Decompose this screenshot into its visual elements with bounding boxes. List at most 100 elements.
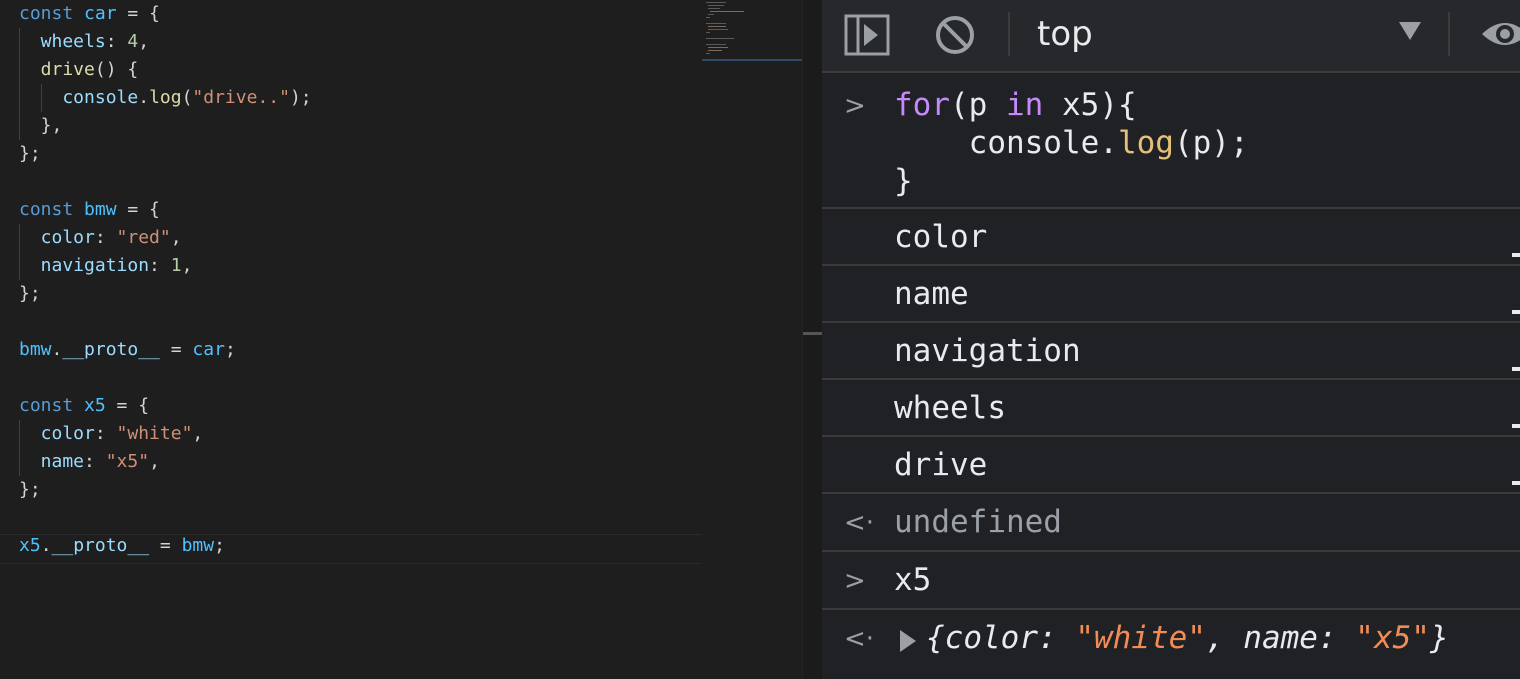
- code-token: "red": [116, 227, 171, 248]
- code-token: , name:: [1205, 620, 1356, 656]
- code-line[interactable]: color: "white",: [19, 420, 204, 448]
- eye-icon[interactable]: [1480, 16, 1520, 52]
- code-token: car: [192, 339, 225, 360]
- console-log-entry: name: [822, 266, 1520, 323]
- code-token: ,: [138, 31, 150, 52]
- code-token: in: [1006, 87, 1044, 123]
- code-token: wheels: [19, 31, 106, 52]
- code-editor[interactable]: const car = { wheels: 4, drive() { conso…: [0, 0, 802, 679]
- code-token: },: [19, 115, 63, 136]
- indent-guide: [19, 28, 20, 140]
- code-token: (p: [950, 87, 1006, 123]
- code-token: __proto__: [62, 339, 160, 360]
- code-token: };: [19, 479, 41, 500]
- code-token: = {: [116, 3, 160, 24]
- indent-guide: [19, 420, 20, 476]
- input-line: }: [894, 163, 913, 199]
- code-token: :: [149, 255, 171, 276]
- editor-scrollbar[interactable]: [802, 0, 823, 679]
- input-line: console.log(p);: [894, 125, 1249, 161]
- source-link[interactable]: [1512, 367, 1520, 371]
- input-line: for(p in x5){: [894, 87, 1137, 123]
- code-token: }: [894, 163, 913, 199]
- code-token: color: [19, 227, 95, 248]
- code-token: };: [19, 143, 41, 164]
- code-token: =: [149, 535, 182, 556]
- input-prompt-icon: >: [844, 91, 866, 121]
- code-line[interactable]: },: [19, 112, 63, 140]
- code-line[interactable]: color: "red",: [19, 224, 182, 252]
- log-message: drive: [894, 447, 988, 483]
- code-token: navigation: [19, 255, 150, 276]
- indent-guide: [41, 84, 42, 112]
- code-token: {color:: [926, 620, 1076, 656]
- code-line[interactable]: wheels: 4,: [19, 28, 149, 56]
- result-prompt-icon: <·: [844, 624, 875, 654]
- sidebar-toggle-icon[interactable]: [844, 14, 890, 56]
- code-token: :: [94, 423, 117, 444]
- clear-console-icon[interactable]: [934, 14, 976, 56]
- code-token: const: [19, 3, 85, 24]
- code-token: car: [84, 3, 117, 24]
- source-link[interactable]: [1512, 424, 1520, 428]
- toolbar-separator: [1008, 12, 1010, 56]
- code-token: :: [105, 31, 128, 52]
- source-link[interactable]: [1512, 310, 1520, 314]
- code-line[interactable]: x5.__proto__ = bmw;: [19, 532, 225, 560]
- console-input-entry[interactable]: > x5: [822, 552, 1520, 610]
- code-line[interactable]: console.log("drive..");: [19, 84, 311, 112]
- code-line[interactable]: };: [19, 140, 41, 168]
- code-token: bmw: [84, 199, 117, 220]
- code-token: "drive..": [192, 87, 290, 108]
- devtools-console[interactable]: top > for(p in x5){ console.log(p); } co…: [822, 0, 1520, 679]
- code-token: console.: [894, 125, 1118, 161]
- code-token: .: [51, 339, 63, 360]
- result-value: undefined: [894, 504, 1062, 540]
- code-line[interactable]: name: "x5",: [19, 448, 160, 476]
- context-selector[interactable]: top: [1037, 14, 1093, 54]
- console-result-entry: <· undefined: [822, 494, 1520, 552]
- code-token: }: [1429, 620, 1449, 656]
- code-line[interactable]: const car = {: [19, 0, 160, 28]
- code-token: =: [159, 339, 193, 360]
- code-token: };: [19, 283, 41, 304]
- code-token: "x5": [1355, 620, 1430, 656]
- code-line[interactable]: };: [19, 280, 41, 308]
- log-message: name: [894, 276, 969, 312]
- source-link[interactable]: [1512, 253, 1520, 257]
- toolbar-separator: [1448, 12, 1450, 56]
- code-token: for: [894, 87, 950, 123]
- console-log-entry: drive: [822, 437, 1520, 494]
- code-token: console: [19, 87, 139, 108]
- indent-guide: [19, 224, 20, 280]
- code-token: :: [84, 451, 106, 472]
- result-prompt-icon: <·: [844, 508, 875, 538]
- code-line[interactable]: const x5 = {: [19, 392, 149, 420]
- code-token: () {: [94, 59, 139, 80]
- code-token: bmw: [19, 339, 52, 360]
- code-line[interactable]: drive() {: [19, 56, 139, 84]
- code-token: ,: [170, 227, 182, 248]
- code-line[interactable]: navigation: 1,: [19, 252, 193, 280]
- chevron-down-icon[interactable]: [1399, 22, 1421, 40]
- code-token: "white": [116, 423, 193, 444]
- code-token: const: [19, 199, 85, 220]
- code-token: "x5": [105, 451, 150, 472]
- code-token: __proto__: [51, 535, 150, 556]
- log-message: navigation: [894, 333, 1081, 369]
- console-input-entry[interactable]: > for(p in x5){ console.log(p); }: [822, 73, 1520, 209]
- console-result-entry[interactable]: <· {color: "white", name: "x5"}: [822, 610, 1520, 679]
- console-log-entry: color: [822, 209, 1520, 266]
- code-line[interactable]: };: [19, 476, 41, 504]
- code-line[interactable]: const bmw = {: [19, 196, 160, 224]
- input-prompt-icon: >: [844, 566, 866, 596]
- code-line[interactable]: bmw.__proto__ = car;: [19, 336, 236, 364]
- code-token: 4: [127, 31, 139, 52]
- object-preview[interactable]: {color: "white", name: "x5"}: [926, 620, 1449, 656]
- source-link[interactable]: [1512, 481, 1520, 485]
- code-token: "white": [1075, 620, 1206, 656]
- minimap[interactable]: [702, 0, 802, 62]
- expand-triangle-icon[interactable]: [900, 630, 916, 652]
- code-token: ,: [181, 255, 193, 276]
- scrollbar-thumb[interactable]: [803, 332, 823, 335]
